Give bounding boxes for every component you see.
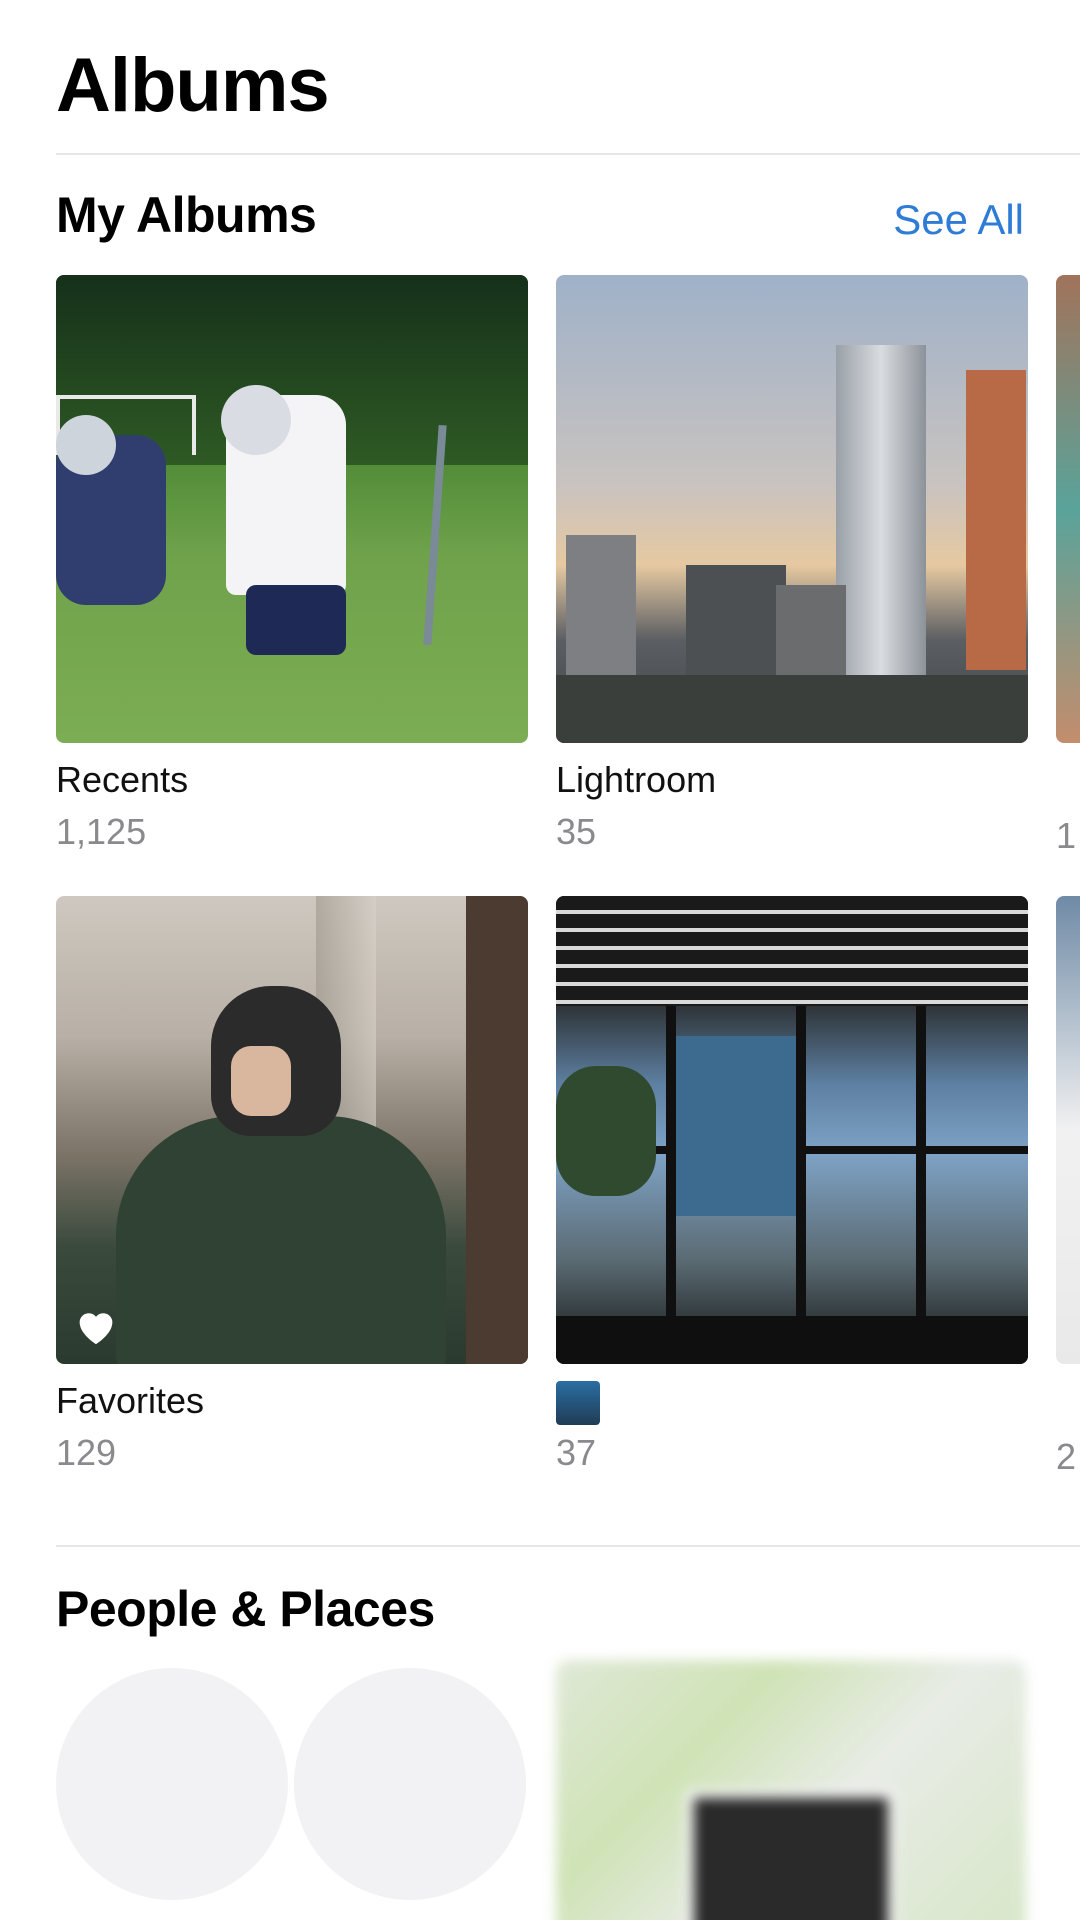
album-peek-count: 2 [1056, 1436, 1077, 1477]
map-photo-pin [686, 1790, 896, 1920]
album-count: 37 [556, 1432, 597, 1473]
album-thumbnail[interactable] [556, 896, 1028, 1364]
album-peek-count: 1 [1056, 815, 1077, 856]
people-places-title: People & Places [56, 1581, 435, 1637]
places-map-thumbnail[interactable] [556, 1660, 1026, 1920]
see-all-link[interactable]: See All [893, 196, 1024, 244]
album-count: 129 [56, 1432, 117, 1473]
album-untitled[interactable]: 37 [556, 896, 1028, 1474]
album-peek-thumbnail[interactable] [1056, 275, 1080, 743]
my-albums-title: My Albums [56, 187, 317, 243]
album-thumbnail[interactable] [56, 896, 528, 1364]
album-thumbnail[interactable] [556, 275, 1028, 743]
album-thumbnail[interactable] [56, 275, 528, 743]
album-peek-thumbnail[interactable] [1056, 896, 1080, 1364]
page-title: Albums [56, 43, 330, 128]
section-divider [56, 1545, 1080, 1547]
album-count: 35 [556, 811, 597, 852]
album-name [556, 1380, 1028, 1426]
album-name: Favorites [56, 1380, 205, 1421]
album-count: 1,125 [56, 811, 147, 852]
album-recents[interactable]: Recents 1,125 [56, 275, 528, 853]
person-avatar[interactable] [294, 1668, 526, 1900]
header-divider [56, 153, 1080, 155]
album-favorites[interactable]: Favorites 129 [56, 896, 528, 1474]
album-thumbnail-icon [556, 1381, 600, 1426]
album-name: Recents [56, 759, 189, 800]
person-avatar[interactable] [56, 1668, 288, 1900]
heart-icon [79, 1313, 113, 1345]
album-name: Lightroom [556, 759, 717, 800]
album-lightroom[interactable]: Lightroom 35 [556, 275, 1028, 853]
